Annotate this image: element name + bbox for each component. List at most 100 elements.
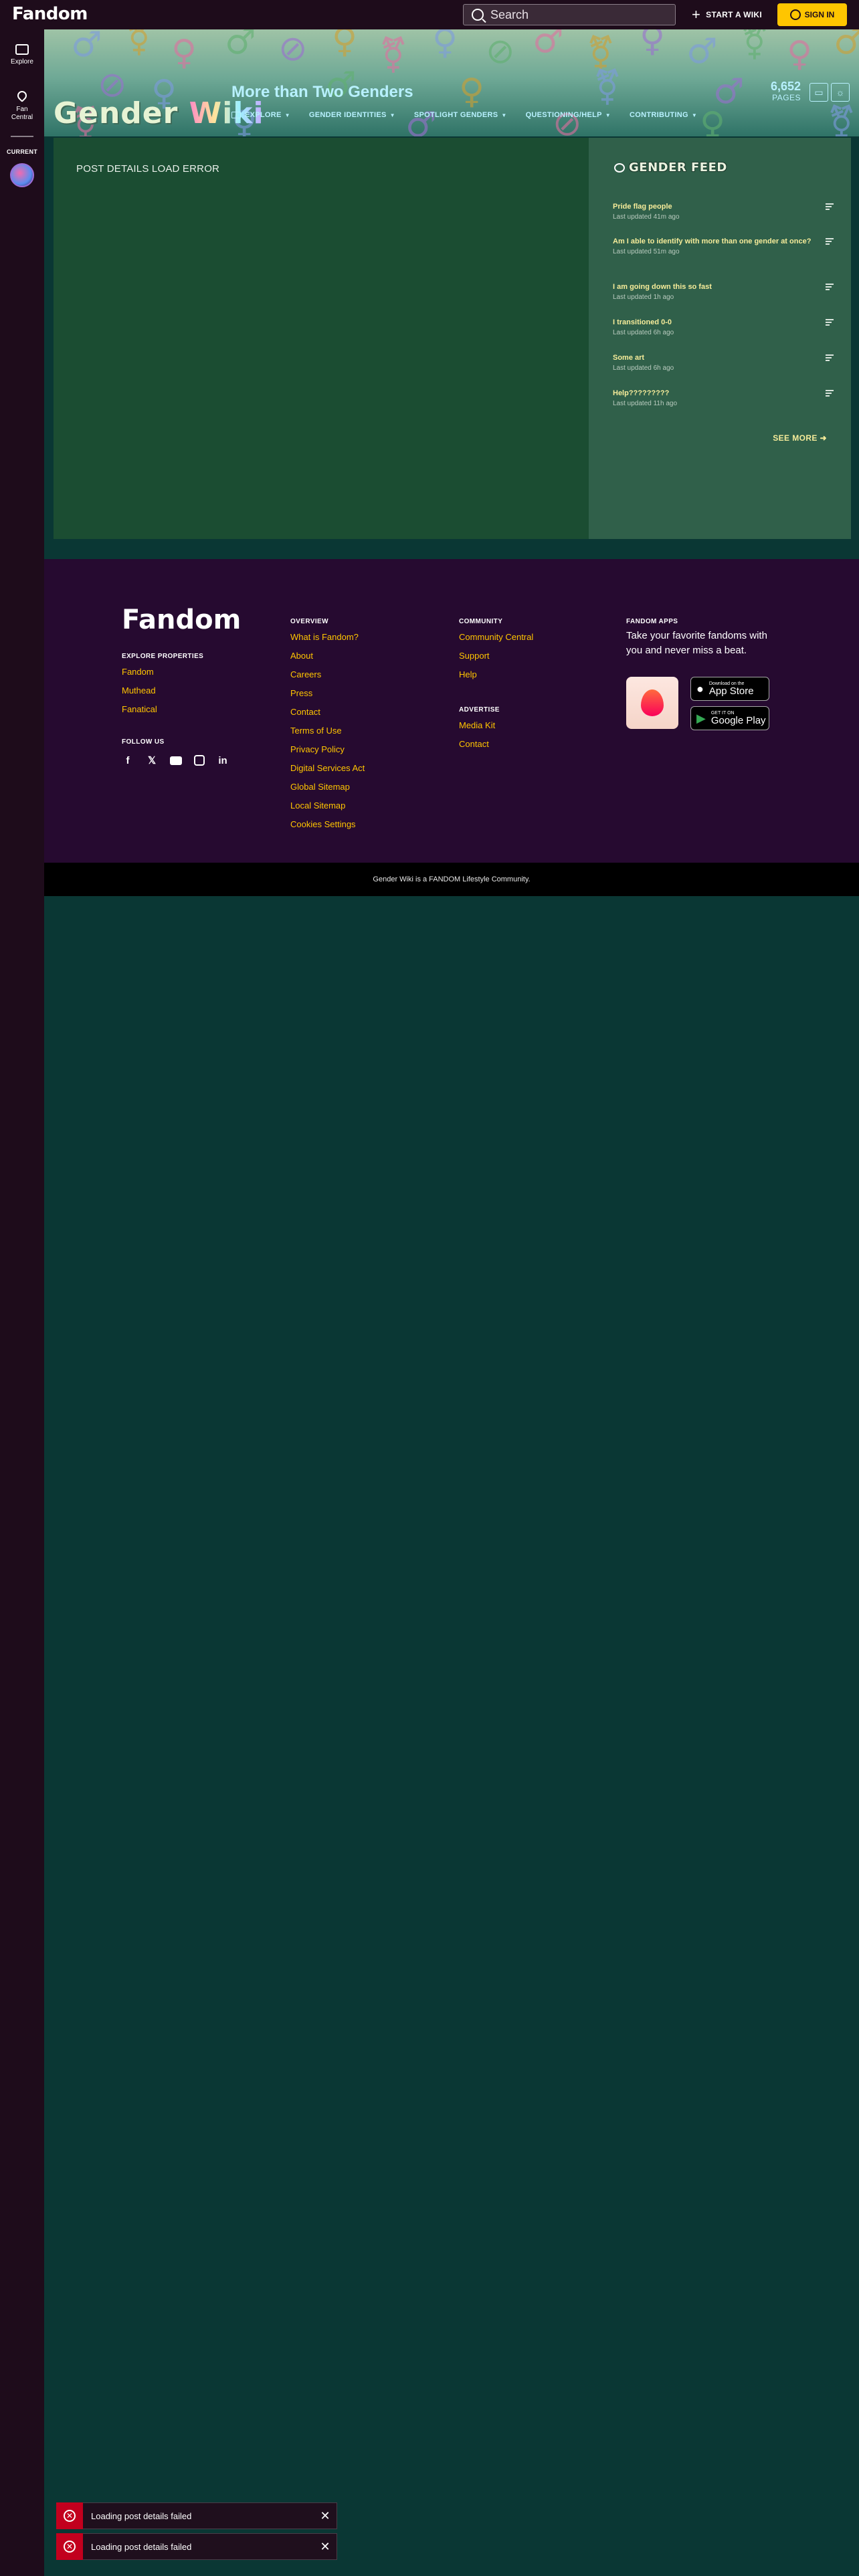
footer-fandom-logo[interactable]: Fandom [122,605,241,635]
instagram-icon[interactable] [194,755,205,766]
feed-item-title[interactable]: Am I able to identify with more than one… [613,237,814,247]
footer-link[interactable]: Contact [459,738,495,757]
start-a-wiki-button[interactable]: + START A WIKI [692,6,762,23]
feed-item-menu-icon[interactable] [826,284,834,292]
feed-item-time: Last updated 6h ago [613,364,674,372]
svg-text:♂: ♂ [405,105,437,136]
rail-fan-central[interactable]: Fan Central [0,89,44,122]
wiki-tagline: More than Two Genders [231,83,413,101]
footer-link[interactable]: Fandom [122,666,157,685]
footer-link[interactable]: Cookies Settings [290,819,365,837]
fandom-app-icon[interactable] [626,677,678,729]
google-play-big: Google Play [710,715,766,726]
feed-item[interactable]: I am going down this so fast Last update… [613,282,834,318]
feed-item-title[interactable]: Help????????? [613,389,814,399]
close-icon[interactable]: ✕ [314,2509,337,2523]
feed-item-menu-icon[interactable] [826,390,834,398]
footer-link[interactable]: Media Kit [459,720,495,738]
error-message: POST DETAILS LOAD ERROR [76,163,220,175]
feed-item-menu-icon[interactable] [826,354,834,362]
svg-text:♀: ♀ [700,105,725,136]
svg-text:⊘: ⊘ [278,29,308,69]
footer-link[interactable]: Careers [290,669,365,687]
nav-gender-identities[interactable]: GENDER IDENTITIES ▼ [309,111,395,119]
feed-item-menu-icon[interactable] [826,238,834,246]
search-input[interactable]: Search [463,4,676,25]
toast-message: Loading post details failed [91,2541,192,2552]
svg-text:♀: ♀ [787,34,812,74]
svg-text:⚧: ⚧ [593,68,622,108]
feed-item-title[interactable]: Pride flag people [613,202,814,212]
rail-explore[interactable]: Explore [0,44,44,66]
current-wiki-avatar[interactable] [10,163,34,187]
start-a-wiki-label: START A WIKI [706,10,762,19]
feed-heading: GENDER FEED [614,160,727,175]
nav-spotlight-genders[interactable]: SPOTLIGHT GENDERS ▼ [414,111,507,119]
rail-explore-label: Explore [11,58,33,66]
footer-link[interactable]: Global Sitemap [290,781,365,800]
nav-spotlight-genders-label: SPOTLIGHT GENDERS [413,111,498,119]
chat-bubble-icon [614,163,625,173]
see-more-link[interactable]: SEE MORE ➜ [773,433,827,443]
pages-count-label: PAGES [772,93,801,102]
feed-item[interactable]: Pride flag people Last updated 41m ago [613,202,834,237]
rail-fan-central-label: Fan Central [11,106,33,121]
footer-link[interactable]: Fanatical [122,704,157,722]
nav-contributing[interactable]: CONTRIBUTING ▼ [630,111,697,119]
footer-link[interactable]: Contact [290,706,365,725]
chevron-down-icon: ▼ [605,112,611,118]
follow-us-heading: FOLLOW US [122,738,165,746]
footer-link[interactable]: Muthead [122,685,157,704]
feed-item[interactable]: Am I able to identify with more than one… [613,237,834,282]
footer-link[interactable]: Terms of Use [290,725,365,744]
footer-link[interactable]: Digital Services Act [290,762,365,781]
footer-link[interactable]: Press [290,687,365,706]
feed-item[interactable]: I transitioned 0-0 Last updated 6h ago [613,318,834,353]
wiki-activity-button[interactable]: ▭ [809,83,828,102]
close-icon[interactable]: ✕ [314,2540,337,2554]
nav-explore[interactable]: EXPLORE ▼ [231,111,290,119]
svg-text:♀: ♀ [432,29,458,62]
error-icon-container: ✕ [56,2533,83,2560]
theme-toggle-button[interactable]: ☼ [831,83,850,102]
feed-item-menu-icon[interactable] [826,319,834,327]
twitter-icon[interactable]: 𝕏 [146,754,158,766]
see-more-label: SEE MORE [773,433,818,443]
social-links: f 𝕏 in [122,754,229,767]
google-play-badge[interactable]: ▶ GET IT ON Google Play [690,706,769,730]
footer-link[interactable]: Local Sitemap [290,800,365,819]
feed-item[interactable]: Help????????? Last updated 11h ago [613,389,834,424]
footer-link[interactable]: Privacy Policy [290,744,365,762]
footer-link[interactable]: Support [459,650,533,669]
footer-link[interactable]: Community Central [459,631,533,650]
fandom-logo[interactable]: Fandom [12,4,88,24]
feed-item-title[interactable]: I transitioned 0-0 [613,318,814,328]
svg-text:⚧: ⚧ [124,29,154,58]
feed-item-title[interactable]: Some art [613,353,814,363]
error-toast: ✕ Loading post details failed ✕ [56,2533,337,2560]
feed-item-title[interactable]: I am going down this so fast [613,282,814,292]
facebook-icon[interactable]: f [122,755,134,766]
feed-item-time: Last updated 11h ago [613,400,678,407]
error-icon: ✕ [64,2540,76,2553]
pages-count: 6,652 PAGES [771,80,801,103]
community-heading: COMMUNITY [459,618,503,625]
nav-gender-identities-label: GENDER IDENTITIES [308,111,387,119]
wiki-navigation: EXPLORE ▼ GENDER IDENTITIES ▼ SPOTLIGHT GE… [231,111,716,119]
feed-item[interactable]: Some art Last updated 6h ago [613,353,834,389]
footer-link[interactable]: Help [459,669,533,687]
nav-contributing-label: CONTRIBUTING [629,111,688,119]
feed-item-time: Last updated 51m ago [613,248,680,255]
app-store-badge[interactable]: ● Download on the App Store [690,677,769,701]
svg-text:♀: ♀ [640,29,665,60]
feed-item-menu-icon[interactable] [826,203,834,211]
svg-text:♂: ♂ [225,29,256,62]
footer-link[interactable]: What is Fandom? [290,631,365,650]
sign-in-button[interactable]: SIGN IN [777,3,847,26]
nav-questioning-help[interactable]: QUESTIONING/HELP ▼ [526,111,611,119]
svg-text:♀: ♀ [171,33,197,73]
linkedin-icon[interactable]: in [217,755,229,766]
svg-text:⚧: ⚧ [740,29,769,62]
footer-link[interactable]: About [290,650,365,669]
youtube-icon[interactable] [170,756,182,765]
